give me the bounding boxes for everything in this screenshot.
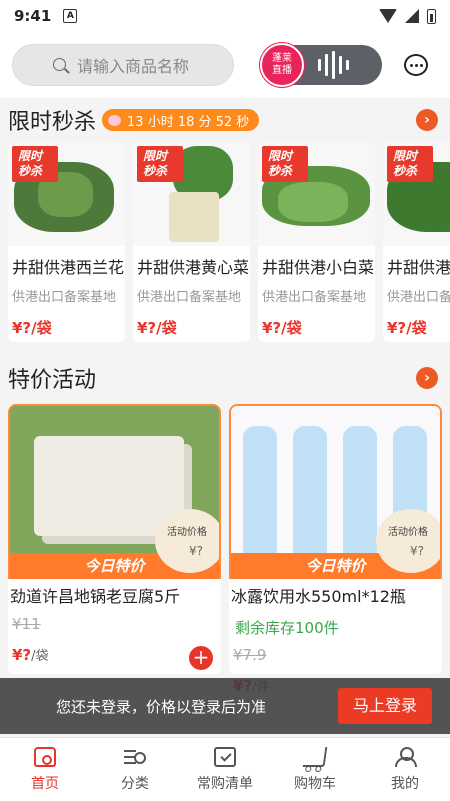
tab-frequent-list[interactable]: 常购清单 [180, 738, 270, 801]
tab-cart[interactable]: 购物车 [270, 738, 360, 801]
search-placeholder: 请输入商品名称 [77, 57, 190, 76]
live-label-line2: 直播 [272, 65, 292, 76]
flash-item[interactable]: 限时 秒杀 井甜供港黄心菜 供港出口备案基地 ¥?/袋 [133, 142, 250, 342]
product-name: 劲道许昌地锅老豆腐5斤 [10, 587, 181, 606]
battery-icon [427, 8, 436, 24]
product-price: ¥?/袋 [137, 319, 177, 337]
status-bar: 9:41 A [0, 0, 450, 32]
specials-more-button[interactable]: › [416, 367, 438, 389]
pig-icon [108, 114, 122, 126]
specials-header: 特价活动 › [0, 352, 450, 404]
audio-wave-icon [318, 51, 349, 79]
product-name: 井甜供港西兰花 [12, 258, 125, 277]
live-badge: 蓬莱 直播 [260, 43, 304, 87]
login-prompt-bar: 您还未登录，价格以登录后为准 马上登录 [0, 678, 450, 734]
product-name: 井甜供港黄心菜 [137, 258, 250, 277]
flash-sale-more-button[interactable]: › [416, 109, 438, 131]
tab-category[interactable]: 分类 [90, 738, 180, 801]
add-to-cart-button[interactable]: + [189, 646, 213, 670]
countdown-text: 13 小时 18 分 52 秒 [127, 114, 250, 130]
top-bar: 请输入商品名称 蓬莱 直播 [0, 32, 450, 98]
product-desc: 供港出口备案基地 [262, 290, 367, 305]
tab-home[interactable]: 首页 [0, 738, 90, 801]
flash-item[interactable]: 限时 秒杀 井甜供港小白菜 供港出口备案基地 ¥?/袋 [258, 142, 375, 342]
product-price: ¥?/袋 [12, 319, 52, 337]
bottom-tab-bar: 首页 分类 常购清单 购物车 我的 [0, 737, 450, 801]
countdown-timer: 13 小时 18 分 52 秒 [102, 109, 260, 131]
live-stream-button[interactable]: 蓬莱 直播 [260, 43, 382, 87]
login-button[interactable]: 马上登录 [338, 688, 432, 724]
product-desc: 供港出口备案基地 [387, 290, 450, 305]
flash-item[interactable]: 限时秒杀 井甜供港菜心 供港出口备案基地 ¥?/袋 [383, 142, 450, 342]
product-desc: 供港出口备案基地 [12, 290, 117, 305]
tab-label: 我的 [391, 775, 419, 792]
status-time: 9:41 [14, 7, 52, 25]
specials-title: 特价活动 [8, 368, 97, 393]
login-prompt-text: 您还未登录，价格以登录后为准 [56, 697, 267, 716]
tab-profile[interactable]: 我的 [360, 738, 450, 801]
search-icon [53, 58, 66, 71]
cart-icon [302, 746, 328, 767]
product-image: 今日特价 活动价格 ¥? [8, 404, 221, 579]
flash-badge: 限时 秒杀 [137, 146, 183, 182]
search-input[interactable]: 请输入商品名称 [12, 44, 234, 86]
product-name: 井甜供港小白菜 [262, 258, 375, 277]
wifi-icon [379, 9, 397, 23]
flash-badge: 限时 秒杀 [12, 146, 58, 182]
product-name: 井甜供港菜心 [387, 258, 450, 277]
notification-icon: A [63, 9, 78, 23]
activity-price-tag: 活动价格 ¥? [155, 509, 219, 573]
product-image: 限时 秒杀 [258, 142, 375, 246]
product-desc: 供港出口备案基地 [137, 290, 242, 305]
flash-item[interactable]: 限时 秒杀 井甜供港西兰花 供港出口备案基地 ¥?/袋 [8, 142, 125, 342]
product-name: 冰露饮用水550ml*12瓶 [231, 587, 406, 606]
profile-icon [394, 746, 417, 767]
tab-label: 购物车 [294, 775, 336, 792]
flash-badge: 限时 秒杀 [387, 146, 433, 182]
tab-label: 常购清单 [197, 775, 253, 792]
original-price: ¥11 [12, 615, 41, 633]
signal-icon [405, 9, 419, 23]
tab-label: 分类 [121, 775, 149, 792]
flash-badge: 限时 秒杀 [262, 146, 308, 182]
flash-sale-header: 限时秒杀 13 小时 18 分 52 秒 › [0, 98, 450, 142]
product-image: 今日特价 活动价格 ¥? [229, 404, 442, 579]
special-item[interactable]: 今日特价 活动价格 ¥? 冰露饮用水550ml*12瓶 剩余库存100件 ¥7.9… [229, 404, 442, 695]
message-icon[interactable] [404, 54, 428, 76]
list-icon [214, 746, 236, 767]
product-price: ¥?/袋 [387, 319, 427, 337]
stock-remaining: 剩余库存100件 [235, 619, 339, 637]
product-price: ¥?/袋 [262, 319, 302, 337]
home-icon [34, 746, 56, 767]
category-icon [124, 747, 146, 767]
activity-price-tag: 活动价格 ¥? [376, 509, 440, 573]
product-image: 限时 秒杀 [8, 142, 125, 246]
specials-list: 今日特价 活动价格 ¥? 劲道许昌地锅老豆腐5斤 ¥11 ¥?/袋 + 今日特价 … [0, 404, 450, 695]
special-item[interactable]: 今日特价 活动价格 ¥? 劲道许昌地锅老豆腐5斤 ¥11 ¥?/袋 + [8, 404, 221, 674]
product-image: 限时 秒杀 [133, 142, 250, 246]
original-price: ¥7.9 [233, 646, 267, 664]
flash-sale-list: 限时 秒杀 井甜供港西兰花 供港出口备案基地 ¥?/袋 限时 秒杀 井甜供港黄心菜 … [0, 142, 450, 352]
product-image: 限时 秒杀 [383, 142, 450, 246]
flash-sale-title: 限时秒杀 [8, 110, 97, 135]
live-label-line1: 蓬莱 [272, 53, 292, 64]
tab-label: 首页 [31, 775, 59, 792]
